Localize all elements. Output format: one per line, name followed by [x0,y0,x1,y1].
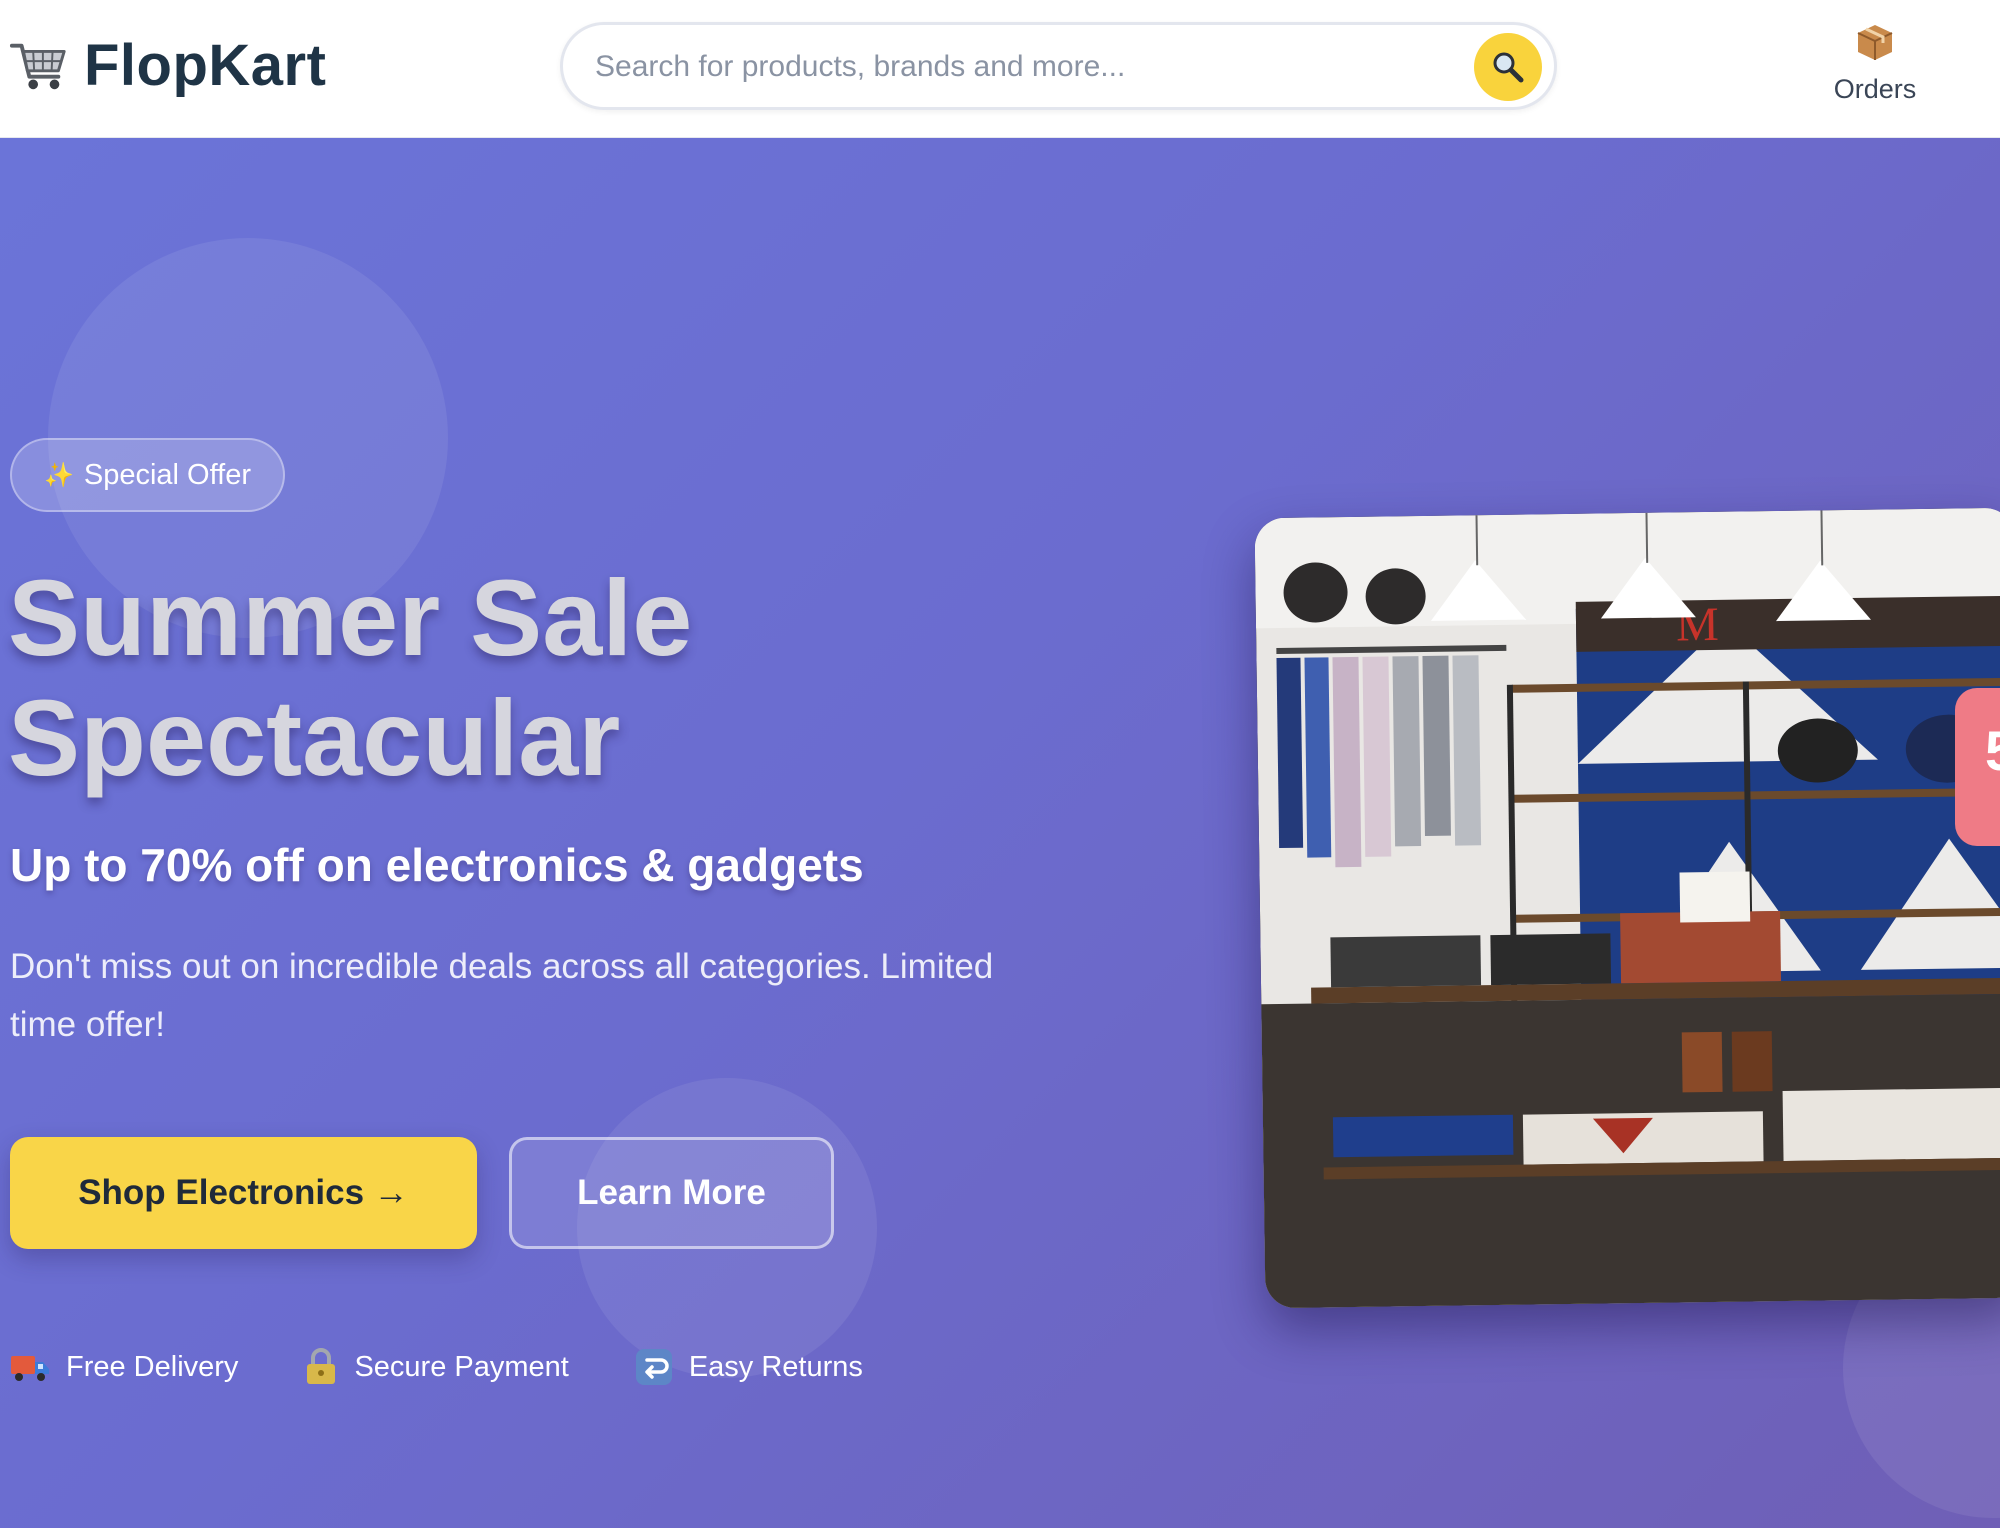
top-header: FlopKart Orders [0,0,2000,138]
search-icon [1493,52,1524,83]
feature-label: Free Delivery [66,1350,239,1383]
return-arrow-icon [635,1349,672,1385]
shop-electronics-button[interactable]: Shop Electronics → [10,1137,477,1249]
feature-label: Secure Payment [354,1350,569,1383]
learn-more-button[interactable]: Learn More [509,1137,834,1249]
special-offer-badge: ✨ Special Offer [10,438,285,512]
lock-icon [307,1348,336,1384]
sparkle-icon: ✨ [44,461,74,489]
clothing-store-illustration: M [1254,507,2000,1309]
feature-list: Free Delivery Secure Payment Easy Return… [10,1348,929,1386]
feature-free-delivery: Free Delivery [10,1350,238,1384]
hero-subtitle: Up to 70% off on electronics & gadgets [10,839,864,891]
hero-title: Summer Sale Spectacular [8,558,1008,798]
delivery-truck-icon [11,1356,49,1381]
package-icon [1857,25,1893,60]
brand-logo[interactable]: FlopKart [8,30,326,100]
discount-tag: 5 [1955,688,2000,846]
store-showcase-image: M [1254,507,2000,1309]
search-button[interactable] [1474,33,1542,101]
shopping-cart-icon [9,43,66,90]
feature-secure-payment: Secure Payment [304,1348,569,1386]
hero-description: Don't miss out on incredible deals acros… [10,947,994,1044]
feature-easy-returns: Easy Returns [635,1348,863,1386]
hero-title-line-1: Summer Sale [8,557,693,678]
orders-link[interactable]: Orders [1820,22,1930,122]
brand-name: FlopKart [84,32,327,98]
hero-banner: ✨ Special Offer Summer Sale Spectacular … [0,138,2000,1528]
search-bar [560,22,1557,110]
badge-label: Special Offer [83,458,251,491]
orders-label: Orders [1833,74,1917,104]
search-input[interactable] [595,39,1415,95]
hero-title-line-2: Spectacular [8,677,621,798]
feature-label: Easy Returns [688,1350,863,1383]
